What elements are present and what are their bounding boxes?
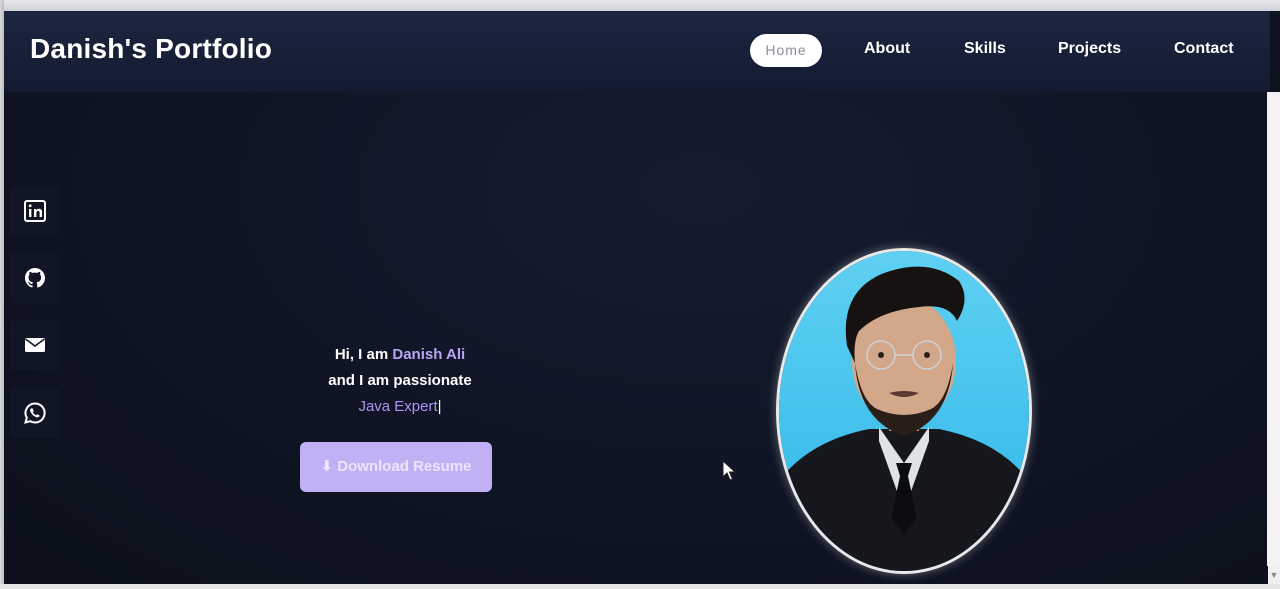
intro-text: Hi, I am Danish Ali and I am passionate … <box>300 342 500 420</box>
github-link[interactable] <box>10 253 60 303</box>
profile-photo <box>776 248 1032 574</box>
linkedin-link[interactable] <box>10 186 60 236</box>
passion-line: and I am passionate <box>328 372 472 389</box>
profile-portrait-image <box>779 251 1029 571</box>
mail-icon <box>25 338 45 352</box>
greeting-prefix: Hi, I am <box>334 346 393 363</box>
monitor-bezel-bottom <box>0 584 1280 589</box>
whatsapp-icon <box>24 402 46 424</box>
scroll-down-arrow-icon[interactable]: ▼ <box>1268 566 1280 584</box>
greeting-line: Hi, I am Danish Ali <box>300 342 500 368</box>
mouse-pointer-icon <box>722 460 737 481</box>
person-name: Danish Ali <box>392 346 466 363</box>
nav-home[interactable]: Home <box>750 34 822 67</box>
email-link[interactable] <box>10 320 60 370</box>
github-icon <box>25 268 45 288</box>
nav-about[interactable]: About <box>864 40 910 58</box>
typing-cursor: | <box>437 398 442 415</box>
nav-contact[interactable]: Contact <box>1174 40 1234 58</box>
linkedin-icon <box>24 200 46 222</box>
nav-skills[interactable]: Skills <box>964 40 1006 58</box>
scrollbar-track[interactable] <box>1267 92 1280 566</box>
site-brand[interactable]: Danish's Portfolio <box>30 33 272 65</box>
navbar: Danish's Portfolio Home About Skills Pro… <box>4 11 1270 92</box>
typed-role: Java Expert <box>358 398 438 415</box>
whatsapp-link[interactable] <box>10 388 60 438</box>
download-resume-button[interactable]: ⬇ Download Resume <box>300 442 492 492</box>
hero-section: Hi, I am Danish Ali and I am passionate … <box>4 92 1267 584</box>
monitor-bezel-top <box>0 0 1280 11</box>
nav-projects[interactable]: Projects <box>1058 40 1121 58</box>
